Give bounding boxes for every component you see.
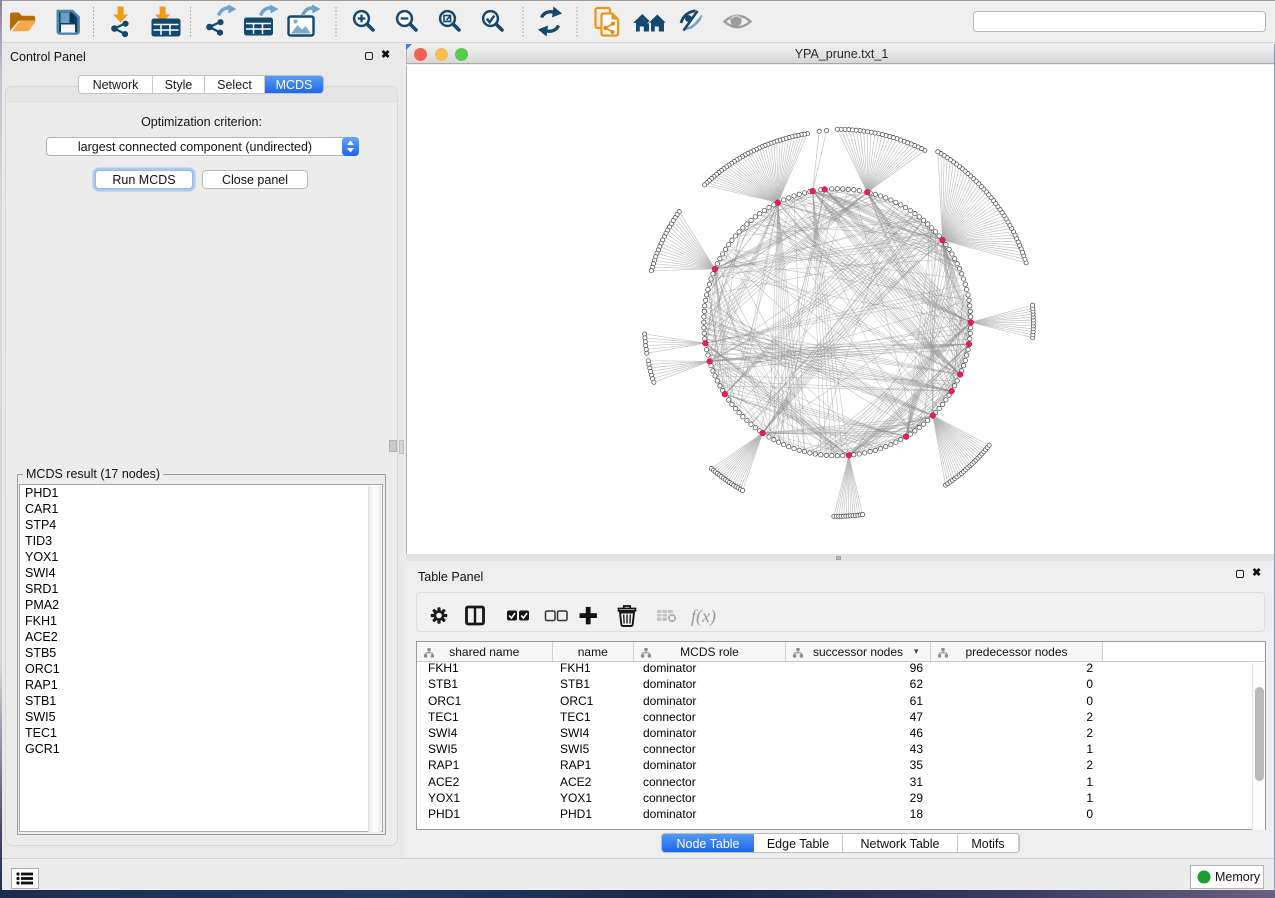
svg-text:f(x): f(x) — [691, 606, 716, 627]
svg-text:Memory: Memory — [1215, 870, 1261, 884]
